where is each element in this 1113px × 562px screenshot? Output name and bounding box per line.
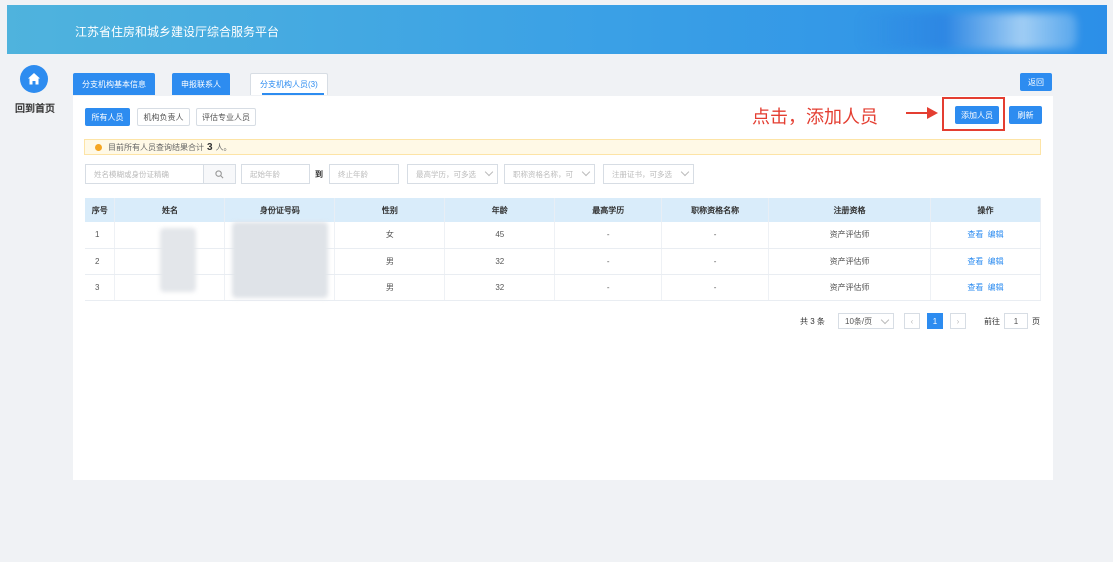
row-title: -	[661, 222, 770, 249]
row-cert: 资产评估师	[768, 274, 932, 301]
row-title: -	[661, 248, 770, 275]
view-link[interactable]: 查看	[967, 283, 983, 292]
col-header-index: 序号	[85, 198, 116, 222]
result-notice: 目前所有人员查询结果合计 3 人。	[84, 139, 1041, 155]
col-header-gender: 性别	[334, 198, 446, 222]
col-header-age: 年龄	[444, 198, 556, 222]
row-index: 1	[85, 222, 116, 249]
row-age: 32	[444, 274, 556, 301]
row-cert: 资产评估师	[768, 222, 932, 249]
annotation-arrow-icon	[906, 107, 938, 119]
redaction-blur	[232, 222, 328, 298]
row-actions: 查看 编辑	[930, 248, 1041, 275]
age-start-input[interactable]: 起始年龄	[241, 164, 310, 184]
edit-link[interactable]: 编辑	[988, 257, 1004, 266]
notice-prefix: 目前所有人员查询结果合计	[108, 142, 204, 152]
table-row: 1 女 45 - - 资产评估师 查看 编辑	[85, 222, 1041, 249]
title-select[interactable]: 职称资格名称，可	[504, 164, 595, 184]
pagination-total: 共 3 条	[800, 316, 825, 326]
edit-link[interactable]: 编辑	[988, 230, 1004, 239]
next-page-button[interactable]: ›	[950, 313, 966, 329]
chevron-down-icon	[680, 167, 690, 177]
goto-page-input[interactable]: 1	[1004, 313, 1028, 329]
row-cert: 资产评估师	[768, 248, 932, 275]
subtab-org-leader[interactable]: 机构负责人	[137, 108, 190, 126]
home-label[interactable]: 回到首页	[15, 100, 55, 115]
view-link[interactable]: 查看	[967, 257, 983, 266]
page-size-select[interactable]: 10条/页	[838, 313, 894, 329]
range-to-label: 到	[315, 170, 323, 179]
staff-table: 序号 姓名 身份证号码 性别 年龄 最高学历 职称资格名称 注册资格 操作 1 …	[85, 198, 1041, 301]
row-gender: 女	[334, 222, 446, 249]
subtab-evaluators[interactable]: 评估专业人员	[196, 108, 256, 126]
search-icon	[215, 169, 224, 178]
info-icon	[95, 143, 102, 151]
home-button[interactable]	[20, 65, 48, 93]
view-link[interactable]: 查看	[967, 230, 983, 239]
back-button[interactable]: 返回	[1020, 73, 1052, 91]
add-staff-button[interactable]: 添加人员	[955, 106, 999, 124]
row-index: 2	[85, 248, 116, 275]
chevron-down-icon	[581, 167, 591, 177]
table-row: 2 男 32 - - 资产评估师 查看 编辑	[85, 248, 1041, 275]
chevron-right-icon: ›	[956, 316, 960, 326]
row-title: -	[661, 274, 770, 301]
education-placeholder: 最高学历，可多选	[416, 169, 476, 179]
tab-branch-info[interactable]: 分支机构基本信息	[73, 73, 155, 95]
user-info-blurred	[857, 13, 1077, 49]
row-education: -	[554, 248, 663, 275]
search-button[interactable]	[203, 164, 236, 184]
row-actions: 查看 编辑	[930, 222, 1041, 249]
row-index: 3	[85, 274, 116, 301]
annotation-text: 点击，添加人员	[752, 107, 878, 127]
row-age: 45	[444, 222, 556, 249]
tab-branch-staff[interactable]: 分支机构人员(3)	[250, 73, 328, 95]
active-tab-indicator	[262, 93, 324, 95]
row-age: 32	[444, 248, 556, 275]
top-header: 江苏省住房和城乡建设厅综合服务平台	[7, 5, 1107, 54]
education-select[interactable]: 最高学历，可多选	[407, 164, 498, 184]
row-actions: 查看 编辑	[930, 274, 1041, 301]
row-gender: 男	[334, 248, 446, 275]
row-gender: 男	[334, 274, 446, 301]
age-end-input[interactable]: 终止年龄	[329, 164, 399, 184]
chevron-left-icon: ‹	[910, 316, 914, 326]
certificate-placeholder: 注册证书，可多选	[612, 169, 672, 179]
refresh-button[interactable]: 刷新	[1009, 106, 1042, 124]
table-row: 3 男 32 - - 资产评估师 查看 编辑	[85, 274, 1041, 301]
subtab-all-staff[interactable]: 所有人员	[85, 108, 130, 126]
search-input[interactable]: 姓名模糊或身份证精确	[85, 164, 204, 184]
notice-count: 3	[207, 141, 213, 153]
col-header-actions: 操作	[930, 198, 1041, 222]
tab-contact[interactable]: 申报联系人	[172, 73, 230, 95]
row-education: -	[554, 222, 663, 249]
page-suffix: 页	[1032, 316, 1040, 326]
col-header-title: 职称资格名称	[661, 198, 770, 222]
goto-label: 前往	[984, 316, 1000, 326]
redaction-blur	[160, 228, 196, 292]
col-header-education: 最高学历	[554, 198, 663, 222]
col-header-id: 身份证号码	[224, 198, 336, 222]
row-education: -	[554, 274, 663, 301]
chevron-down-icon	[484, 167, 494, 177]
page-number-current[interactable]: 1	[927, 313, 943, 329]
page-size-value: 10条/页	[845, 316, 873, 326]
certificate-select[interactable]: 注册证书，可多选	[603, 164, 694, 184]
notice-suffix: 人。	[215, 142, 232, 152]
edit-link[interactable]: 编辑	[988, 283, 1004, 292]
title-placeholder: 职称资格名称，可	[513, 169, 573, 179]
col-header-cert: 注册资格	[768, 198, 932, 222]
home-icon	[28, 73, 40, 85]
chevron-down-icon	[880, 315, 890, 325]
app-title: 江苏省住房和城乡建设厅综合服务平台	[75, 25, 280, 39]
prev-page-button[interactable]: ‹	[904, 313, 920, 329]
table-header-row: 序号 姓名 身份证号码 性别 年龄 最高学历 职称资格名称 注册资格 操作	[85, 198, 1041, 222]
col-header-name: 姓名	[114, 198, 226, 222]
